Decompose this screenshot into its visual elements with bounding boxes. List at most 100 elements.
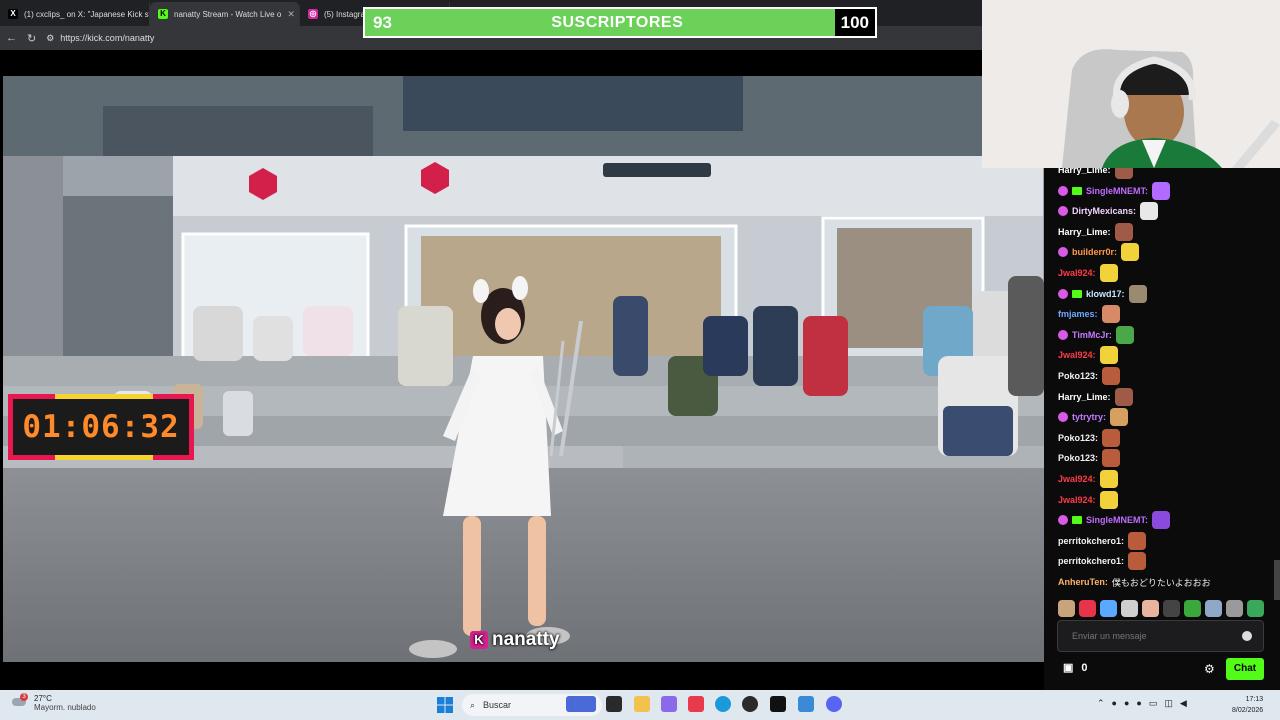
chat-message: SingleMNEMT:: [1058, 181, 1170, 201]
url-field[interactable]: ⚙ https://kick.com/nanatty: [46, 33, 154, 44]
emote-bar: [1058, 600, 1270, 618]
chat-emote-icon: [1102, 428, 1121, 447]
weather-widget[interactable]: 3 27°C Mayorm. nublado: [12, 693, 96, 712]
chat-message: Harry_Lime:: [1058, 387, 1133, 407]
chat-username[interactable]: perritokchero1:: [1058, 556, 1124, 566]
chat-username[interactable]: fmjames:: [1058, 309, 1098, 319]
emote-shortcut-icon[interactable]: [1058, 600, 1075, 617]
tab-kick-stream[interactable]: K nanatty Stream - Watch Live o ✕: [150, 2, 300, 26]
emoji-picker-icon[interactable]: [1242, 631, 1252, 641]
chat-emote-icon: [1152, 181, 1170, 200]
chat-emote-icon: [1152, 511, 1170, 530]
instagram-logo-icon: ◎: [308, 9, 318, 19]
emote-shortcut-icon[interactable]: [1121, 600, 1138, 617]
stream-video[interactable]: 01:06:32 K nanatty: [3, 76, 1044, 662]
chat-username[interactable]: DirtyMexicans:: [1072, 206, 1136, 216]
tab-title: (5) Instagra: [324, 9, 365, 19]
chat-username[interactable]: builderr0r:: [1072, 247, 1117, 257]
emote-shortcut-icon[interactable]: [1205, 600, 1222, 617]
subscriber-badge-icon: [1058, 185, 1068, 196]
store-points[interactable]: ▣ 0: [1063, 661, 1088, 675]
chat-username[interactable]: Harry_Lime:: [1058, 168, 1111, 175]
tray-app-icon[interactable]: ●: [1124, 698, 1129, 709]
search-highlight-icon[interactable]: [566, 696, 596, 712]
chat-username[interactable]: Harry_Lime:: [1058, 392, 1111, 402]
tray-app-icon[interactable]: ●: [1112, 698, 1117, 709]
discord-icon[interactable]: [826, 696, 842, 712]
site-info-icon[interactable]: ⚙: [46, 33, 54, 44]
chat-messages: Harry_Lime: SingleMNEMT: DirtyMexicans: Har…: [1044, 168, 1280, 588]
chat-username[interactable]: Poko123:: [1058, 453, 1098, 463]
chevron-up-icon[interactable]: ⌃: [1097, 698, 1105, 709]
chrome-browser-icon[interactable]: [742, 696, 758, 712]
video-scene: [3, 76, 1044, 662]
network-icon[interactable]: ◫: [1164, 698, 1173, 709]
chat-username[interactable]: perritokchero1:: [1058, 536, 1124, 546]
subscriber-badge-icon: [1058, 515, 1068, 526]
chat-footer: ▣ 0 ⚙ Chat: [1044, 658, 1280, 680]
windows-taskbar: 3 27°C Mayorm. nublado ⌕ Buscar ⌃ ● ● ● …: [0, 690, 1280, 720]
microphone-icon[interactable]: ●: [1136, 698, 1141, 709]
emote-shortcut-icon[interactable]: [1100, 600, 1117, 617]
reload-icon[interactable]: ↻: [27, 32, 36, 45]
volume-icon[interactable]: ◀: [1180, 698, 1187, 709]
gift-badge-icon: [1072, 186, 1082, 195]
chat-message-input[interactable]: [1057, 620, 1264, 652]
app-icon-m[interactable]: [770, 696, 786, 712]
chat-username[interactable]: Poko123:: [1058, 433, 1098, 443]
copilot-icon[interactable]: [661, 696, 677, 712]
chat-username[interactable]: Jwal924:: [1058, 474, 1096, 484]
chat-username[interactable]: Jwal924:: [1058, 495, 1096, 505]
x-logo-icon: X: [8, 9, 18, 19]
chat-username[interactable]: AnheruTen:: [1058, 577, 1108, 587]
tab-x-post[interactable]: X (1) cxclips_ on X: "Japanese Kick st ✕: [0, 2, 150, 26]
webcam-scene: [982, 0, 1280, 168]
close-tab-icon[interactable]: ✕: [287, 9, 295, 20]
chat-username[interactable]: Poko123:: [1058, 371, 1098, 381]
weather-temp: 27°C: [34, 694, 52, 703]
back-arrow-icon[interactable]: ←: [6, 32, 17, 44]
app-icon-red[interactable]: [688, 696, 704, 712]
chat-username[interactable]: Harry_Lime:: [1058, 227, 1111, 237]
chat-username[interactable]: Jwal924:: [1058, 350, 1096, 360]
windows-start-icon[interactable]: [437, 697, 453, 713]
weather-icon: 3: [12, 693, 28, 711]
emote-shortcut-icon[interactable]: [1247, 600, 1264, 617]
chat-username[interactable]: Jwal924:: [1058, 268, 1096, 278]
emote-shortcut-icon[interactable]: [1163, 600, 1180, 617]
chat-username[interactable]: SingleMNEMT:: [1086, 186, 1148, 196]
task-view-icon[interactable]: [606, 696, 622, 712]
chat-settings-icon[interactable]: ⚙: [1204, 662, 1215, 676]
emote-shortcut-icon[interactable]: [1142, 600, 1159, 617]
chat-message: Harry_Lime:: [1058, 168, 1133, 180]
chat-message: Jwal924:: [1058, 490, 1118, 510]
emote-shortcut-icon[interactable]: [1184, 600, 1201, 617]
chat-message: perritokchero1:: [1058, 551, 1147, 571]
notepad-icon[interactable]: [798, 696, 814, 712]
chat-message: Harry_Lime:: [1058, 222, 1133, 242]
file-explorer-icon[interactable]: [634, 696, 650, 712]
emote-shortcut-icon[interactable]: [1226, 600, 1243, 617]
emote-shortcut-icon[interactable]: [1079, 600, 1096, 617]
subscriber-goal-bar: 93 SUSCRIPTORES 100: [363, 7, 877, 38]
send-chat-button[interactable]: Chat: [1226, 658, 1264, 680]
chat-emote-icon: [1140, 202, 1159, 221]
search-label: Buscar: [483, 700, 512, 710]
timer-bottom-accent: [55, 455, 153, 460]
chat-username[interactable]: TimMcJr:: [1072, 330, 1112, 340]
edge-browser-icon[interactable]: [715, 696, 731, 712]
tab-title: (1) cxclips_ on X: "Japanese Kick st: [24, 9, 150, 19]
chat-username[interactable]: tytrytry:: [1072, 412, 1106, 422]
chat-message: Jwal924:: [1058, 263, 1118, 283]
channel-watermark: K nanatty: [470, 629, 560, 651]
chat-emote-icon: [1128, 552, 1147, 571]
chat-username[interactable]: SingleMNEMT:: [1086, 515, 1148, 525]
chat-username[interactable]: klowd17:: [1086, 289, 1125, 299]
search-icon: ⌕: [470, 699, 476, 710]
display-icon[interactable]: ▭: [1149, 698, 1158, 709]
taskbar-clock[interactable]: 17:13 8/02/2026: [1232, 694, 1263, 716]
chat-scrollbar[interactable]: [1274, 560, 1280, 600]
chat-emote-icon: [1114, 222, 1133, 241]
stream-timer: 01:06:32: [8, 394, 194, 460]
clock-time: 17:13: [1245, 696, 1264, 703]
